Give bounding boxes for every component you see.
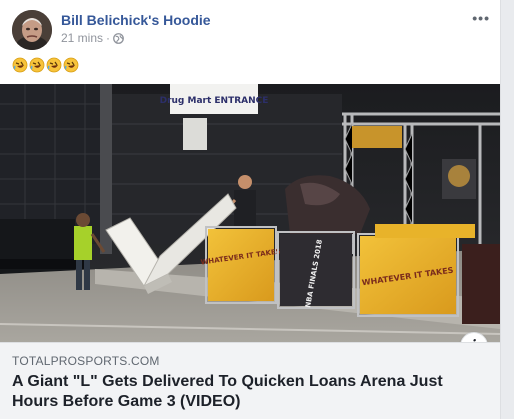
rofl-emoji-1 (12, 57, 28, 78)
banner-3: WHATEVER IT TAKES (357, 233, 459, 317)
rofl-emoji-2 (29, 57, 45, 78)
banner-2: NBA FINALS 2018 (277, 231, 355, 309)
entrance-sign: Drug Mart ENTRANCE (160, 84, 269, 114)
rofl-emoji-4 (63, 57, 79, 78)
banner-1: WHATEVER IT TAKES (200, 226, 281, 304)
link-title[interactable]: A Giant "L" Gets Delivered To Quicken Lo… (12, 372, 482, 412)
post-header: Bill Belichick's Hoodie 21 mins · ••• (12, 10, 492, 50)
post-meta: 21 mins · (61, 31, 124, 47)
rofl-emoji-3 (46, 57, 62, 78)
post-card: Bill Belichick's Hoodie 21 mins · ••• Dr… (0, 0, 501, 419)
street-scene-image: Drug Mart ENTRANCE WHATEVER IT TAKES NBA… (0, 84, 500, 342)
avatar-image (12, 10, 52, 50)
more-options-icon[interactable]: ••• (472, 10, 490, 26)
page-name-link[interactable]: Bill Belichick's Hoodie (61, 12, 211, 28)
link-preview[interactable]: TOTALPROSPORTS.COM A Giant "L" Gets Deli… (0, 342, 500, 419)
globe-icon[interactable] (113, 33, 124, 47)
meta-separator: · (106, 31, 111, 45)
entrance-sign-text: Drug Mart ENTRANCE (160, 96, 269, 106)
post-timestamp[interactable]: 21 mins (61, 31, 103, 45)
link-domain: TOTALPROSPORTS.COM (12, 354, 160, 368)
avatar[interactable] (12, 10, 52, 50)
post-text (12, 57, 80, 75)
post-image[interactable]: Drug Mart ENTRANCE WHATEVER IT TAKES NBA… (0, 84, 500, 342)
